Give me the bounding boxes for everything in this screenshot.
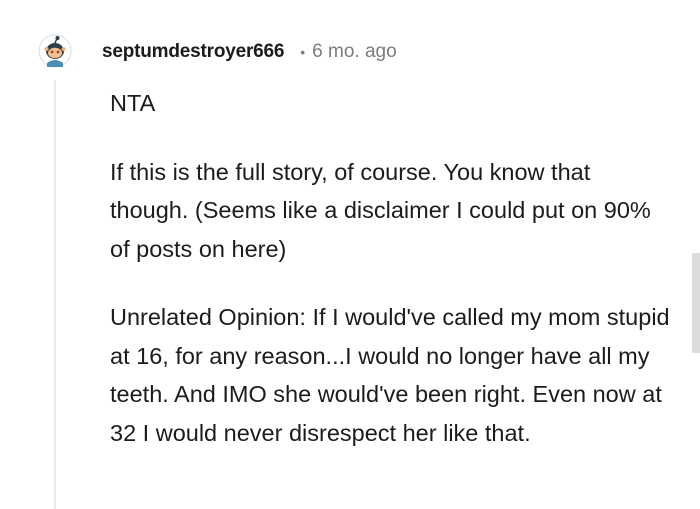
- username-link[interactable]: septumdestroyer666: [102, 41, 284, 63]
- comment-body: NTA If this is the full story, of course…: [110, 84, 670, 452]
- comment-header: septumdestroyer666 • 6 mo. ago: [102, 37, 397, 67]
- snoo-avatar-icon: [38, 34, 72, 68]
- scrollbar-thumb[interactable]: [692, 253, 700, 353]
- comment-timestamp[interactable]: 6 mo. ago: [312, 41, 397, 63]
- comment-paragraph-1: NTA: [110, 90, 156, 116]
- user-avatar[interactable]: [38, 34, 72, 68]
- comment-paragraph-3: Unrelated Opinion: If I would've called …: [110, 304, 670, 446]
- meta-separator: •: [300, 44, 306, 60]
- thread-collapse-line[interactable]: [54, 80, 56, 509]
- comment-paragraph-2: If this is the full story, of course. Yo…: [110, 158, 651, 262]
- comment-view: septumdestroyer666 • 6 mo. ago NTA If th…: [0, 0, 700, 509]
